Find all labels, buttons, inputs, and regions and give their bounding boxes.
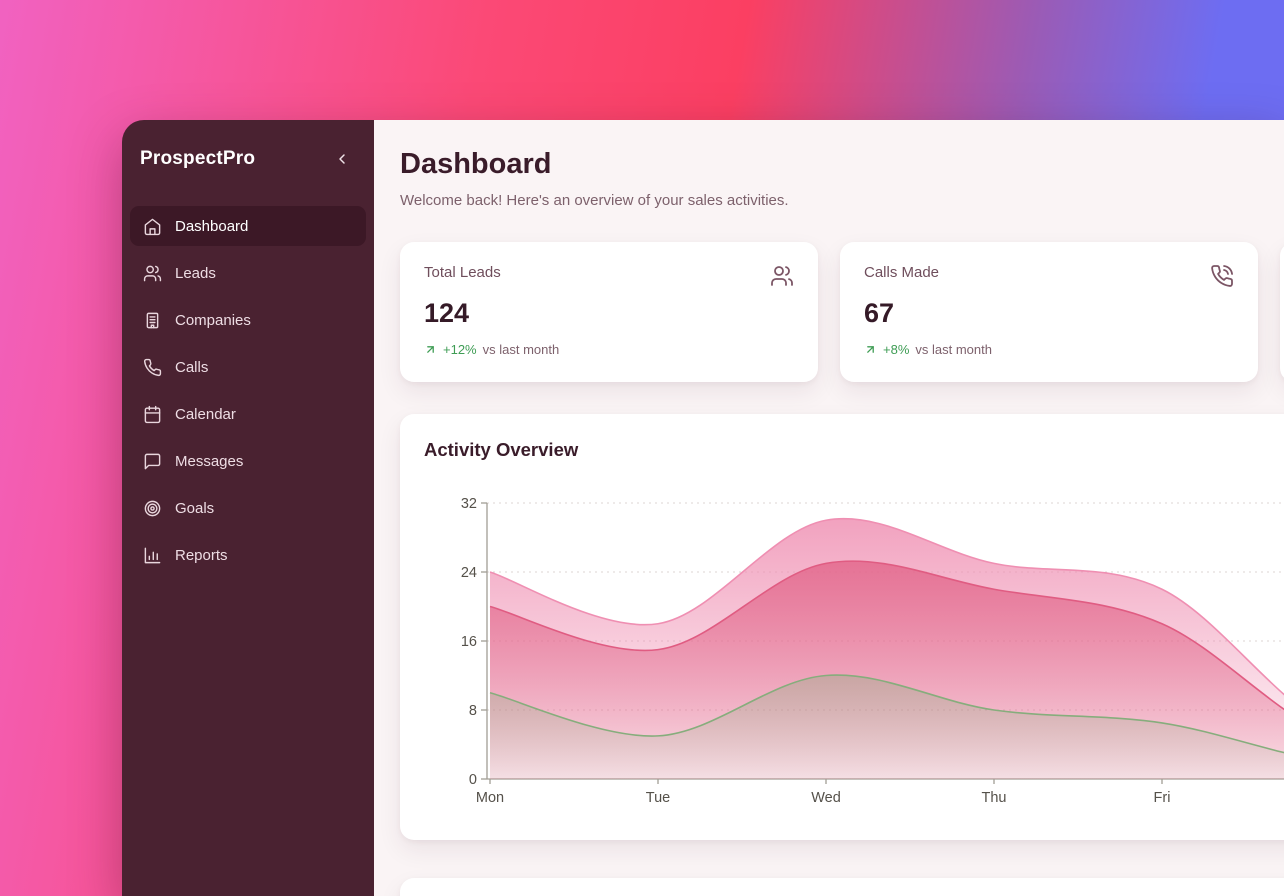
message-icon bbox=[143, 452, 162, 471]
stat-value: 67 bbox=[864, 298, 1234, 329]
sidebar-item-label: Goals bbox=[175, 500, 214, 517]
chevron-left-icon[interactable] bbox=[334, 151, 350, 167]
stats-grid: Total Leads 124 +12% vs last month Calls… bbox=[400, 242, 1284, 382]
arrow-up-right-icon bbox=[864, 343, 877, 356]
sidebar-item-calendar[interactable]: Calendar bbox=[130, 394, 366, 434]
y-tick-label: 16 bbox=[461, 634, 477, 650]
stat-label: Calls Made bbox=[864, 264, 939, 281]
stat-change: +8% vs last month bbox=[864, 342, 1234, 357]
phone-icon bbox=[143, 358, 162, 377]
sidebar-item-label: Calendar bbox=[175, 406, 236, 423]
x-tick-label: Wed bbox=[811, 790, 841, 806]
sidebar-item-messages[interactable]: Messages bbox=[130, 441, 366, 481]
users-icon bbox=[770, 264, 794, 288]
calendar-icon bbox=[143, 405, 162, 424]
building-icon bbox=[143, 311, 162, 330]
sidebar-item-label: Companies bbox=[175, 312, 251, 329]
chart-title: Activity Overview bbox=[424, 438, 1284, 462]
x-tick-label: Tue bbox=[646, 790, 670, 806]
brand-logo: ProspectPro bbox=[140, 148, 255, 170]
sidebar-item-label: Messages bbox=[175, 453, 243, 470]
change-note: vs last month bbox=[483, 342, 560, 357]
x-tick-label: Fri bbox=[1154, 790, 1171, 806]
sidebar-item-label: Leads bbox=[175, 265, 216, 282]
sidebar-item-leads[interactable]: Leads bbox=[130, 253, 366, 293]
activity-overview-chart: 08162432MonTueWedThuFriSatSun bbox=[424, 480, 1284, 820]
users-icon bbox=[143, 264, 162, 283]
page-title: Dashboard bbox=[400, 146, 1284, 182]
stat-value: 124 bbox=[424, 298, 794, 329]
x-tick-label: Mon bbox=[476, 790, 504, 806]
stat-label: Total Leads bbox=[424, 264, 501, 281]
activity-overview-card: Activity Overview 0 8 16 24 32 Mon Tue Wed Thu Fr… bbox=[400, 414, 1284, 840]
sidebar-nav: Dashboard Leads Companies Calls Calendar Mess… bbox=[122, 206, 374, 575]
sidebar-item-label: Calls bbox=[175, 359, 208, 376]
sidebar-item-goals[interactable]: Goals bbox=[130, 488, 366, 528]
stat-card-header: Calls Made bbox=[864, 264, 1234, 288]
app-window: ProspectPro Dashboard Leads Companies Calls… bbox=[122, 120, 1284, 896]
stat-change: +12% vs last month bbox=[424, 342, 794, 357]
sidebar: ProspectPro Dashboard Leads Companies Calls… bbox=[122, 120, 374, 896]
sidebar-item-companies[interactable]: Companies bbox=[130, 300, 366, 340]
sidebar-item-dashboard[interactable]: Dashboard bbox=[130, 206, 366, 246]
partial-bottom-card bbox=[400, 878, 1284, 896]
main-content: Dashboard Welcome back! Here's an overvi… bbox=[374, 120, 1284, 896]
stat-card-calls-made: Calls Made 67 +8% vs last month bbox=[840, 242, 1258, 382]
sidebar-item-reports[interactable]: Reports bbox=[130, 535, 366, 575]
stat-card-total-leads: Total Leads 124 +12% vs last month bbox=[400, 242, 818, 382]
y-tick-label: 8 bbox=[469, 703, 477, 719]
sidebar-item-label: Reports bbox=[175, 547, 228, 564]
y-tick-label: 0 bbox=[469, 772, 477, 788]
phone-call-icon bbox=[1210, 264, 1234, 288]
target-icon bbox=[143, 499, 162, 518]
stat-card-header: Total Leads bbox=[424, 264, 794, 288]
change-percent: +8% bbox=[883, 342, 909, 357]
change-note: vs last month bbox=[915, 342, 992, 357]
y-tick-label: 24 bbox=[461, 565, 477, 581]
home-icon bbox=[143, 217, 162, 236]
y-tick-label: 32 bbox=[461, 496, 477, 512]
x-tick-label: Thu bbox=[982, 790, 1007, 806]
sidebar-item-calls[interactable]: Calls bbox=[130, 347, 366, 387]
sidebar-header: ProspectPro bbox=[122, 120, 374, 180]
page-subtitle: Welcome back! Here's an overview of your… bbox=[400, 190, 1284, 212]
stat-card-partial bbox=[1280, 242, 1284, 382]
arrow-up-right-icon bbox=[424, 343, 437, 356]
change-percent: +12% bbox=[443, 342, 477, 357]
sidebar-item-label: Dashboard bbox=[175, 218, 248, 235]
bar-chart-icon bbox=[143, 546, 162, 565]
